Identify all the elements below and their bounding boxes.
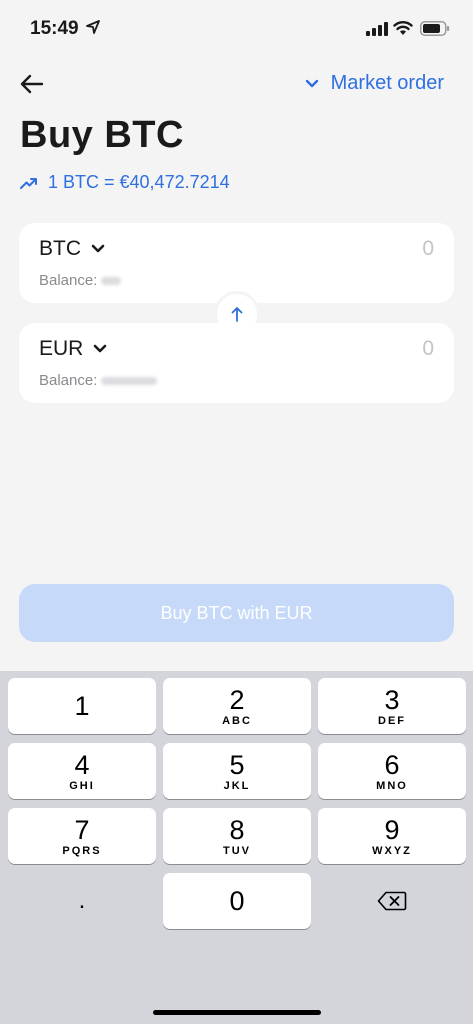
arrow-up-icon bbox=[231, 307, 243, 322]
to-balance-label: Balance: bbox=[39, 372, 98, 389]
from-balance-label: Balance: bbox=[39, 272, 98, 289]
key-5[interactable]: 5 JKL bbox=[163, 743, 311, 799]
order-type-label: Market order bbox=[330, 72, 444, 94]
location-arrow-icon bbox=[86, 20, 100, 34]
from-currency-selector[interactable]: BTC bbox=[39, 237, 105, 261]
from-balance: Balance: bbox=[39, 272, 122, 289]
key-digit: 8 bbox=[229, 814, 245, 845]
home-indicator bbox=[153, 1010, 321, 1015]
key-digit: 6 bbox=[384, 749, 400, 780]
key-digit: 9 bbox=[384, 814, 400, 845]
key-digit: 4 bbox=[74, 749, 90, 780]
chevron-down-icon bbox=[91, 244, 105, 253]
chevron-down-icon bbox=[94, 344, 107, 353]
key-3[interactable]: 3 DEF bbox=[318, 678, 466, 734]
key-letters: MNO bbox=[376, 779, 408, 792]
wifi-icon bbox=[393, 21, 413, 35]
exchange-rate: 1 BTC = €40,472.7214 bbox=[20, 172, 230, 193]
to-amount-input[interactable] bbox=[314, 337, 434, 361]
arrow-left-icon bbox=[20, 74, 44, 94]
key-letters: DEF bbox=[378, 714, 406, 727]
key-letters: TUV bbox=[223, 844, 251, 857]
back-button[interactable] bbox=[18, 70, 46, 98]
decimal-point: . bbox=[78, 887, 86, 914]
exchange-rate-text: 1 BTC = €40,472.7214 bbox=[48, 172, 230, 192]
key-letters: WXYZ bbox=[372, 844, 412, 857]
key-0[interactable]: 0 bbox=[163, 873, 311, 929]
key-letters: GHI bbox=[69, 779, 95, 792]
key-backspace[interactable] bbox=[318, 873, 466, 929]
trending-up-icon bbox=[20, 177, 37, 189]
key-4[interactable]: 4 GHI bbox=[8, 743, 156, 799]
cellular-signal-icon bbox=[366, 22, 388, 36]
key-7[interactable]: 7 PQRS bbox=[8, 808, 156, 864]
key-1[interactable]: 1 bbox=[8, 678, 156, 734]
order-type-selector[interactable]: Market order bbox=[305, 72, 444, 95]
key-letters: JKL bbox=[223, 779, 251, 792]
to-currency-card: EUR Balance: bbox=[19, 323, 454, 403]
from-amount-input[interactable] bbox=[314, 237, 434, 261]
page-title: Buy BTC bbox=[20, 114, 184, 156]
status-time: 15:49 bbox=[30, 18, 79, 39]
buy-button[interactable]: Buy BTC with EUR bbox=[19, 584, 454, 642]
to-currency-selector[interactable]: EUR bbox=[39, 337, 107, 361]
balance-redacted bbox=[101, 276, 122, 285]
key-digit: 2 bbox=[229, 684, 245, 715]
to-currency-code: EUR bbox=[39, 337, 84, 360]
key-digit: 1 bbox=[74, 691, 90, 721]
balance-redacted bbox=[101, 376, 158, 385]
key-digit: 7 bbox=[74, 814, 90, 845]
key-8[interactable]: 8 TUV bbox=[163, 808, 311, 864]
key-6[interactable]: 6 MNO bbox=[318, 743, 466, 799]
key-letters: PQRS bbox=[62, 844, 102, 857]
key-2[interactable]: 2 ABC bbox=[163, 678, 311, 734]
key-letters: ABC bbox=[222, 714, 252, 727]
backspace-icon bbox=[377, 891, 407, 911]
status-bar: 15:49 bbox=[0, 0, 473, 56]
numeric-keypad: 1 2 ABC 3 DEF 4 GHI 5 JKL 6 MNO 7 PQRS 8… bbox=[0, 671, 473, 1024]
battery-icon bbox=[420, 21, 450, 36]
from-currency-code: BTC bbox=[39, 237, 81, 260]
key-digit: 0 bbox=[229, 886, 245, 916]
key-decimal[interactable]: . bbox=[8, 873, 156, 929]
chevron-down-icon bbox=[305, 79, 318, 87]
key-digit: 3 bbox=[384, 684, 400, 715]
key-digit: 5 bbox=[229, 749, 245, 780]
key-9[interactable]: 9 WXYZ bbox=[318, 808, 466, 864]
to-balance: Balance: bbox=[39, 372, 158, 389]
